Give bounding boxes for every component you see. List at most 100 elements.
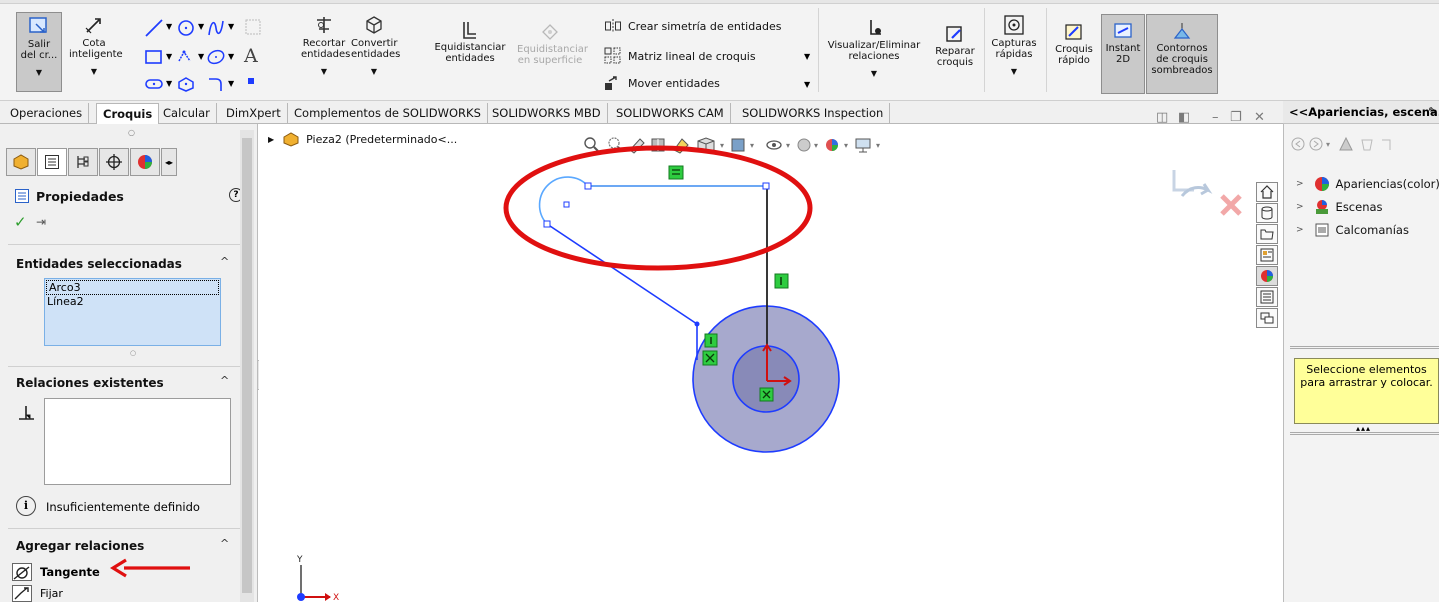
- trim-entities-button[interactable]: Recortar entidades ▼: [300, 14, 350, 92]
- line2[interactable]: [546, 223, 698, 325]
- move-entities-button[interactable]: Mover entidades: [604, 75, 720, 91]
- linear-pattern-button[interactable]: Matriz lineal de croquis: [604, 47, 756, 65]
- back-icon[interactable]: [1291, 137, 1305, 151]
- list-item[interactable]: Arco3: [46, 280, 219, 295]
- task-pane-header[interactable]: <<Apariencias, escena...: [1283, 101, 1439, 124]
- tab-solidworks-inspection[interactable]: SOLIDWORKS Inspection: [736, 103, 891, 124]
- selected-entities-list[interactable]: Arco3 Línea2: [44, 278, 221, 346]
- rectangle-tool-dropdown-icon[interactable]: ▼: [166, 52, 172, 61]
- tab-solidworks-mbd[interactable]: SOLIDWORKS MBD: [486, 103, 608, 124]
- plane-tool-icon[interactable]: [244, 18, 262, 36]
- horizontal-relation-badge[interactable]: [668, 165, 684, 180]
- vertical-relation-badge-2[interactable]: [704, 333, 718, 348]
- ok-checkmark-icon[interactable]: ✓: [14, 213, 27, 231]
- instant-2d-button[interactable]: Instant 2D: [1101, 14, 1145, 94]
- appearances-scenes-tab[interactable]: [1256, 266, 1278, 286]
- rectangle-tool-icon[interactable]: [144, 48, 164, 66]
- panel-scrollbar[interactable]: [240, 130, 254, 602]
- list-resize-handle[interactable]: ○: [130, 349, 136, 357]
- rapid-sketch-button[interactable]: Croquis rápido: [1050, 22, 1098, 82]
- line-endpoint[interactable]: [762, 182, 770, 190]
- tab-dimxpert[interactable]: DimXpert: [220, 103, 288, 124]
- spline-tool-dropdown-icon[interactable]: ▼: [228, 22, 234, 31]
- smart-dimension-dropdown-icon[interactable]: ▼: [91, 66, 97, 77]
- smart-dimension-button[interactable]: Cota inteligente ▼: [68, 14, 123, 92]
- list-item[interactable]: Línea2: [45, 295, 220, 308]
- tangent-relation-button[interactable]: Tangente: [12, 563, 100, 581]
- appearances-folder[interactable]: > Apariencias(color): [1296, 176, 1439, 192]
- add-relations-collapse-icon[interactable]: ^: [220, 537, 229, 550]
- existing-relations-collapse-icon[interactable]: ^: [220, 374, 229, 387]
- exit-sketch-button[interactable]: Salir del cr... ▼: [16, 12, 62, 92]
- circle-tool-icon[interactable]: [176, 18, 196, 38]
- selected-entities-collapse-icon[interactable]: ^: [220, 255, 229, 268]
- point-tool-icon[interactable]: [248, 78, 254, 84]
- fillet-tool-dropdown-icon[interactable]: ▼: [228, 79, 234, 88]
- solidworks-forum-tab[interactable]: [1256, 308, 1278, 328]
- ellipse-tool-icon[interactable]: [206, 48, 226, 66]
- task-pane-pin-icon[interactable]: ✎: [1428, 105, 1437, 118]
- arc-endpoint[interactable]: [584, 182, 592, 190]
- forward-icon[interactable]: [1309, 137, 1323, 151]
- task-pane-splitter[interactable]: [1290, 346, 1439, 349]
- pin-icon[interactable]: ⇥: [36, 215, 46, 229]
- line-vertex[interactable]: [694, 321, 700, 327]
- line-tool-dropdown-icon[interactable]: ▼: [166, 22, 172, 31]
- view-palette-tab[interactable]: [1256, 245, 1278, 265]
- coincident-relation-badge[interactable]: [702, 350, 718, 366]
- existing-relations-list[interactable]: [44, 398, 231, 485]
- quick-snaps-dropdown-icon[interactable]: ▼: [1011, 66, 1017, 77]
- tree-expand-icon[interactable]: >: [1296, 225, 1304, 235]
- line2-endpoint[interactable]: [543, 220, 551, 228]
- feature-tree-tab[interactable]: [6, 148, 36, 176]
- recycle-icon[interactable]: [1361, 139, 1373, 151]
- ellipse-tool-dropdown-icon[interactable]: ▼: [228, 52, 234, 61]
- arc-center-point[interactable]: [563, 201, 570, 208]
- panel-collapse-dot[interactable]: ○: [128, 128, 135, 137]
- display-manager-tab[interactable]: [130, 148, 160, 176]
- slot-straight-tool-icon[interactable]: [144, 76, 164, 92]
- design-library-tab[interactable]: [1256, 203, 1278, 223]
- circle-tool-dropdown-icon[interactable]: ▼: [198, 22, 204, 31]
- repair-sketch-button[interactable]: Reparar croquis: [930, 24, 980, 80]
- move-entities-dropdown-icon[interactable]: ▼: [804, 80, 810, 89]
- tree-expand-icon[interactable]: >: [1296, 202, 1304, 212]
- spline-tool-icon[interactable]: [206, 18, 226, 38]
- shaded-sketch-contours-button[interactable]: Contornos de croquis sombreados: [1146, 14, 1218, 94]
- tab-calcular[interactable]: Calcular: [157, 103, 217, 124]
- arc3[interactable]: [538, 176, 589, 225]
- viewport-restore-icon[interactable]: ❐: [1230, 110, 1242, 125]
- viewport-close-icon[interactable]: ✕: [1254, 110, 1265, 125]
- decals-folder[interactable]: > Calcomanías: [1296, 222, 1409, 238]
- folder-tree-icon[interactable]: [1382, 139, 1391, 150]
- trim-entities-dropdown-icon[interactable]: ▼: [321, 66, 327, 77]
- dimxpert-manager-tab[interactable]: [99, 148, 129, 176]
- fix-relation-button[interactable]: Fijar: [12, 585, 63, 602]
- vertical-relation-badge[interactable]: [774, 273, 789, 289]
- text-tool-icon[interactable]: A: [244, 45, 258, 67]
- scenes-folder[interactable]: > Escenas: [1296, 199, 1383, 215]
- viewport-minimize-icon[interactable]: –: [1212, 110, 1219, 125]
- tab-complementos[interactable]: Complementos de SOLIDWORKS: [288, 103, 488, 124]
- polygon-tool-icon[interactable]: [176, 76, 196, 92]
- panel-tabs-scroll-button[interactable]: ◂▸: [161, 148, 177, 176]
- appearance-add-icon[interactable]: [1339, 136, 1353, 151]
- splitter-grip-icon[interactable]: ▴▴▴: [1356, 424, 1371, 433]
- viewport-split-icon[interactable]: ◧: [1178, 110, 1190, 125]
- sketch-canvas[interactable]: YX: [259, 124, 1259, 602]
- display-delete-relations-button[interactable]: Visualizar/Eliminar relaciones ▼: [822, 18, 926, 92]
- display-relations-dropdown-icon[interactable]: ▼: [871, 68, 877, 79]
- tab-croquis[interactable]: Croquis: [96, 103, 160, 125]
- exit-sketch-dropdown-icon[interactable]: ▼: [36, 67, 42, 78]
- slot-tool-dropdown-icon[interactable]: ▼: [198, 52, 204, 61]
- slot-tool2-dropdown-icon[interactable]: ▼: [166, 79, 172, 88]
- quick-snaps-button[interactable]: Capturas rápidas ▼: [986, 14, 1042, 92]
- tab-solidworks-cam[interactable]: SOLIDWORKS CAM: [610, 103, 731, 124]
- convert-entities-dropdown-icon[interactable]: ▼: [371, 66, 377, 77]
- offset-entities-button[interactable]: Equidistanciar entidades: [428, 20, 512, 80]
- tree-expand-icon[interactable]: >: [1296, 179, 1304, 189]
- linear-pattern-dropdown-icon[interactable]: ▼: [804, 52, 810, 61]
- origin-coincident-badge[interactable]: [759, 387, 774, 402]
- viewport-tile-icon[interactable]: ◫: [1156, 110, 1168, 125]
- offset-on-surface-button[interactable]: Equidistanciar en superficie: [516, 22, 588, 82]
